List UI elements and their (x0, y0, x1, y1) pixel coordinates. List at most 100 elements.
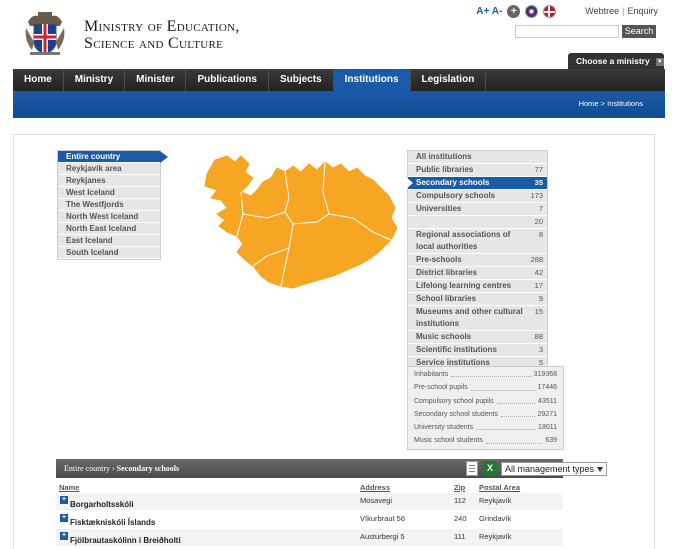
region-west-iceland[interactable]: West Iceland (58, 187, 160, 199)
category-name: Museums and other cultural institutions (416, 307, 523, 328)
results-crumb-region[interactable]: Entire country (64, 464, 110, 473)
region-north-west-iceland[interactable]: North West Iceland (58, 211, 160, 223)
region-entire-country[interactable]: Entire country (58, 151, 168, 163)
category-count: 88 (534, 332, 543, 341)
row-name[interactable]: Fjölbrautaskólinn í Breiðholti (70, 536, 181, 545)
results-table-header: Name Address Zip Postal Area (56, 481, 563, 493)
category-item[interactable]: District libraries 42 (408, 267, 547, 280)
category-item[interactable]: All institutions (408, 151, 547, 164)
webtree-link[interactable]: Webtree (585, 6, 619, 16)
iceland-coat-of-arms-icon[interactable] (24, 10, 66, 56)
nav-minister[interactable]: Minister (125, 69, 187, 91)
category-item[interactable]: Compulsory schools 173 (408, 190, 547, 203)
stat-row: University students 18011 (414, 421, 557, 434)
top-links: Webtree | Enquiry (585, 6, 658, 16)
management-type-select[interactable]: All management types (501, 462, 607, 476)
category-item[interactable]: Museums and other cultural institutions 1… (408, 306, 547, 331)
row-name[interactable]: Fisktækniskóli Íslands (70, 518, 155, 527)
excel-icon[interactable]: X (483, 461, 497, 476)
expand-icon[interactable]: + (60, 532, 68, 540)
column-postal-area[interactable]: Postal Area (479, 483, 520, 492)
stat-value: 17446 (537, 384, 557, 392)
main-nav: Home Ministry Minister Publications Subj… (13, 69, 665, 91)
category-count: 8 (538, 230, 543, 239)
table-row: + Fisktækniskóli Íslands Víkurbraut 56 2… (56, 511, 563, 528)
category-item[interactable]: School libraries 9 (408, 293, 547, 306)
stat-value: 319368 (533, 371, 557, 378)
region-north-east-iceland[interactable]: North East Iceland (58, 223, 160, 235)
category-name: Music schools (416, 332, 472, 341)
breadcrumb[interactable]: Home > Institutions (579, 99, 643, 108)
breadcrumb-bar: Home > Institutions (13, 91, 665, 118)
ministry-title[interactable]: Ministry of Education, Science and Cultu… (84, 18, 240, 52)
stat-leader (496, 395, 536, 404)
results-crumb-arrow: › (111, 464, 115, 473)
choose-ministry-dropdown[interactable]: Choose a ministry ▼ (568, 53, 664, 69)
nav-home[interactable]: Home (13, 69, 64, 91)
region-east-iceland[interactable]: East Iceland (58, 235, 160, 247)
category-item[interactable]: Scientific institutions 3 (408, 344, 547, 357)
nav-institutions[interactable]: Institutions (333, 69, 411, 91)
stat-label: Secondary school students (414, 410, 499, 418)
category-item[interactable]: Lifelong learning centres 17 (408, 280, 547, 293)
row-postal-area: Grindavík (479, 514, 512, 523)
nav-publications[interactable]: Publications (186, 69, 269, 91)
nav-ministry[interactable]: Ministry (64, 69, 126, 91)
category-name: Scientific institutions (416, 345, 497, 354)
region-south-iceland[interactable]: South Iceland (58, 247, 160, 259)
category-item[interactable]: Public libraries 77 (408, 164, 547, 177)
nav-legislation[interactable]: Legislation (411, 69, 487, 91)
category-count: 20 (534, 217, 543, 226)
search-button[interactable]: Search (622, 25, 656, 38)
category-count: 42 (534, 268, 543, 277)
region-westfjords[interactable]: The Westfjords (58, 199, 160, 211)
iceland-map-shape[interactable] (204, 155, 398, 289)
category-item-active[interactable]: Secondary schools 35 (406, 177, 547, 190)
stat-row: Secondary school students 29271 (414, 408, 557, 421)
category-name: District libraries (416, 268, 477, 277)
row-address: Austurbergi 5 (360, 532, 405, 541)
stat-leader (485, 434, 543, 444)
stat-value: 29271 (537, 410, 557, 418)
stat-leader (476, 421, 536, 431)
category-name: Regional associations of local authoriti… (416, 230, 511, 251)
stat-row: Compulsory school pupils 43511 (414, 395, 557, 408)
link-separator: | (622, 6, 625, 16)
column-address[interactable]: Address (360, 483, 390, 492)
table-row: + Fjölbrautaskólinn í Breiðholti Austurb… (56, 529, 563, 546)
stat-label: University students (414, 424, 474, 432)
category-count: 288 (530, 255, 543, 264)
row-postal-area: Reykjavík (479, 496, 512, 505)
category-item[interactable]: Pre-schools 288 (408, 254, 547, 267)
category-name: Pre-schools (416, 255, 462, 264)
stat-row: Pre-school pupils 17446 (414, 381, 557, 394)
column-zip[interactable]: Zip (454, 483, 465, 492)
category-item[interactable]: Music schools 88 (408, 331, 547, 344)
column-name[interactable]: Name (59, 483, 79, 492)
region-reykjavik-area[interactable]: Reykjavík area (58, 163, 160, 175)
font-size-control[interactable]: A+ A- (476, 6, 502, 17)
denmark-flag-icon[interactable] (543, 4, 557, 18)
search-input[interactable] (515, 25, 619, 38)
uk-flag-icon[interactable] (525, 4, 539, 18)
results-breadcrumb: Entire country › Secondary schools (64, 464, 179, 473)
category-name: Compulsory schools (416, 191, 496, 200)
nav-subjects[interactable]: Subjects (269, 69, 334, 91)
category-item[interactable]: 20 (408, 216, 547, 229)
row-zip: 112 (454, 496, 466, 505)
ministry-title-line-1: Ministry of Education, (84, 18, 240, 35)
top-tools: A+ A- + Webtree | Enquiry (476, 3, 658, 19)
category-item[interactable]: Universities 7 (408, 203, 547, 216)
category-item[interactable]: Regional associations of local authoriti… (408, 229, 547, 254)
iceland-map[interactable] (197, 152, 400, 292)
plus-circle-icon[interactable]: + (507, 4, 521, 18)
expand-icon[interactable]: + (60, 496, 68, 504)
document-icon[interactable] (466, 461, 478, 476)
category-list: All institutions Public libraries 77 Seco… (406, 150, 548, 371)
expand-icon[interactable]: + (60, 514, 68, 522)
table-row: + Borgarholtsskóli Mosavegi 112 Reykjaví… (56, 493, 563, 510)
category-name: All institutions (416, 152, 472, 161)
enquiry-link[interactable]: Enquiry (627, 6, 658, 16)
region-reykjanes[interactable]: Reykjanes (58, 175, 160, 187)
row-name[interactable]: Borgarholtsskóli (70, 500, 134, 509)
